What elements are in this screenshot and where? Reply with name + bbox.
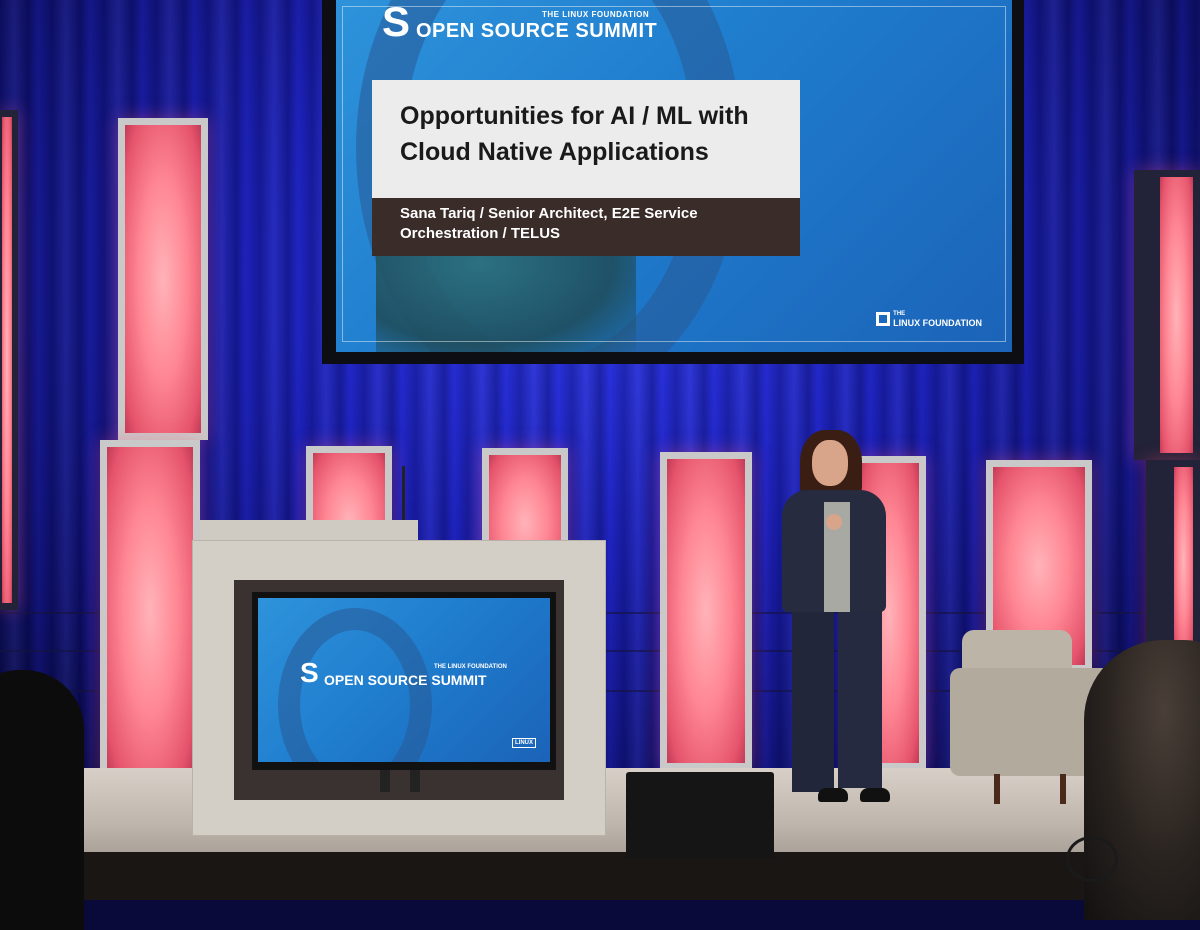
- light-column: [1134, 170, 1200, 460]
- speaker-leg: [838, 608, 882, 788]
- slide-event-name: OPEN SOURCE SUMMIT: [416, 20, 658, 42]
- monitor-stand: [380, 770, 390, 792]
- stage-edge: [60, 852, 1200, 900]
- monitor-organizer: THE LINUX FOUNDATION: [434, 664, 507, 670]
- glasses-icon: [1066, 836, 1118, 882]
- light-column: [118, 118, 208, 440]
- light-column: [0, 110, 18, 610]
- speaker-shoe: [818, 788, 848, 802]
- armchair-leg: [1060, 774, 1066, 804]
- lf-logo-name: LINUX FOUNDATION: [893, 318, 982, 328]
- slide-title-box: Opportunities for AI / ML with Cloud Nat…: [372, 80, 800, 198]
- audience-head: [0, 670, 84, 930]
- speaker-shoe: [860, 788, 890, 802]
- monitor-event-name: OPEN SOURCE SUMMIT: [324, 672, 487, 688]
- light-column: [660, 452, 752, 770]
- floor-monitor-speaker: [626, 772, 774, 858]
- stage-monitor: S THE LINUX FOUNDATION OPEN SOURCE SUMMI…: [252, 592, 556, 770]
- speaker-leg: [792, 608, 834, 792]
- speaker-hand: [826, 514, 842, 530]
- light-column: [1146, 460, 1200, 660]
- armchair-leg: [994, 774, 1000, 804]
- presentation-slide: S THE LINUX FOUNDATION OPEN SOURCE SUMMI…: [336, 0, 1012, 352]
- microphone-icon: [402, 466, 405, 522]
- monitor-lf-logo: LINUX: [512, 738, 536, 748]
- monitor-summit-logo-icon: S: [300, 657, 319, 688]
- lectern-top: [200, 520, 418, 542]
- slide-speaker-box: Sana Tariq / Senior Architect, E2E Servi…: [372, 198, 800, 256]
- linux-foundation-icon: [876, 312, 891, 326]
- slide-speaker: Sana Tariq / Senior Architect, E2E Servi…: [400, 205, 698, 242]
- slide-title: Opportunities for AI / ML with Cloud Nat…: [400, 102, 749, 166]
- slide-organizer: THE LINUX FOUNDATION: [542, 10, 650, 19]
- summit-logo-icon: S: [382, 0, 411, 45]
- monitor-screen: S THE LINUX FOUNDATION OPEN SOURCE SUMMI…: [258, 598, 550, 762]
- linux-foundation-logo: THE LINUX FOUNDATION: [876, 310, 982, 328]
- speaker-face: [812, 440, 848, 486]
- light-column: [100, 440, 200, 780]
- monitor-stand: [410, 770, 420, 792]
